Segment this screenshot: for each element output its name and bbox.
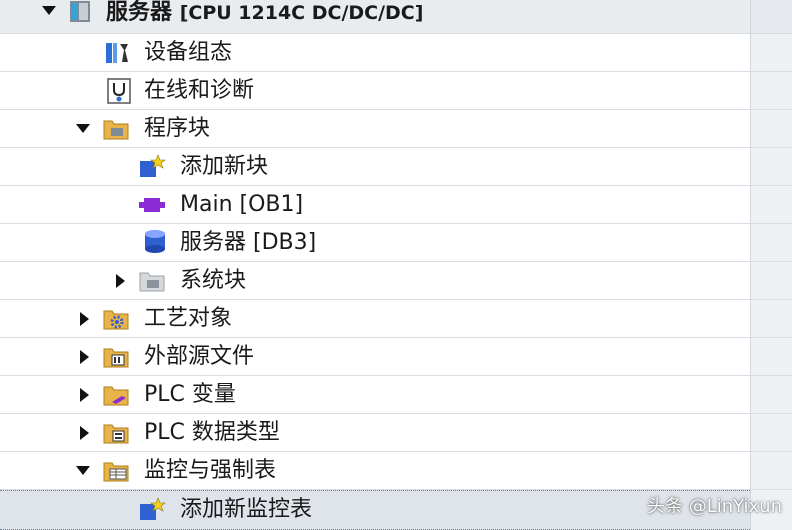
rail-cell — [751, 186, 792, 224]
add-new-watch-table-icon — [140, 497, 166, 520]
tree-node-db3[interactable]: 服务器 [DB3] — [0, 224, 750, 262]
tree-label-add-new-block: 添加新块 — [180, 153, 269, 179]
rail-cell — [751, 110, 792, 148]
expand-arrow-icon[interactable] — [80, 312, 89, 326]
tree-label-device-config: 设备组态 — [144, 39, 233, 65]
tree-node-main-ob1[interactable]: Main [OB1] — [0, 186, 750, 224]
rail-cell — [751, 376, 792, 414]
expand-arrow-icon[interactable] — [80, 350, 89, 364]
tree-label-plc-data-types: PLC 数据类型 — [144, 419, 280, 445]
expand-arrow-icon[interactable] — [80, 426, 89, 440]
tree-node-online-diagnostics[interactable]: 在线和诊断 — [0, 72, 750, 110]
tree-label-db3: 服务器 [DB3] — [180, 229, 317, 255]
tree-label-technology-objects: 工艺对象 — [144, 305, 233, 331]
tree-label-system-blocks: 系统块 — [180, 267, 247, 293]
tree-node-external-sources[interactable]: 外部源文件 — [0, 338, 750, 376]
rail-cell — [751, 224, 792, 262]
tree-label-root: 服务器 [CPU 1214C DC/DC/DC] — [106, 0, 424, 25]
add-new-block-icon — [140, 154, 166, 177]
expand-arrow-icon[interactable] — [80, 388, 89, 402]
tree-node-plc-tags[interactable]: PLC 变量 — [0, 376, 750, 414]
tree-label-plc-tags: PLC 变量 — [144, 381, 236, 407]
tree-node-system-blocks[interactable]: 系统块 — [0, 262, 750, 300]
expand-arrow-icon[interactable] — [116, 274, 125, 288]
tree-label-external-sources: 外部源文件 — [144, 343, 255, 369]
tree-node-plc-root[interactable]: 服务器 [CPU 1214C DC/DC/DC] — [0, 0, 750, 34]
rail-cell — [751, 300, 792, 338]
collapse-arrow-icon[interactable] — [76, 124, 90, 133]
tree-node-device-config[interactable]: 设备组态 — [0, 34, 750, 72]
rail-cell — [751, 148, 792, 186]
collapse-arrow-icon[interactable] — [76, 466, 90, 475]
tree-node-add-new-watch-table[interactable]: 添加新监控表 — [0, 490, 750, 530]
project-tree: 服务器 [CPU 1214C DC/DC/DC] 设备组态 在线和诊断 程序块 — [0, 0, 792, 530]
rail-cell — [751, 452, 792, 490]
rail-cell — [751, 338, 792, 376]
tree-right-column — [750, 0, 792, 530]
plc-data-types-folder-icon — [103, 424, 129, 444]
tree-label-online-diagnostics: 在线和诊断 — [144, 77, 255, 103]
program-blocks-folder-icon — [103, 120, 129, 140]
rail-cell — [751, 414, 792, 452]
watch-tables-folder-icon — [103, 462, 129, 482]
plc-tags-folder-icon — [103, 386, 129, 406]
diagnostics-icon — [107, 78, 131, 104]
tree-label-add-new-watch-table: 添加新监控表 — [180, 497, 313, 522]
system-blocks-folder-icon — [139, 272, 165, 292]
rail-cell — [751, 34, 792, 72]
tree-node-add-new-block[interactable]: 添加新块 — [0, 148, 750, 186]
tree-label-program-blocks: 程序块 — [144, 115, 211, 141]
rail-cell — [751, 0, 792, 34]
external-sources-folder-icon — [103, 348, 129, 368]
tree-label-main-ob1: Main [OB1] — [180, 191, 304, 217]
collapse-arrow-icon[interactable] — [42, 6, 56, 15]
tree-node-technology-objects[interactable]: 工艺对象 — [0, 300, 750, 338]
tree-node-plc-data-types[interactable]: PLC 数据类型 — [0, 414, 750, 452]
plc-device-icon — [70, 1, 90, 22]
rail-cell — [751, 262, 792, 300]
technology-objects-folder-icon — [103, 310, 129, 330]
data-block-icon — [145, 230, 165, 253]
ob-block-icon — [139, 198, 165, 212]
tree-label-watch-force-tables: 监控与强制表 — [144, 457, 277, 483]
tree-node-watch-force-tables[interactable]: 监控与强制表 — [0, 452, 750, 490]
rail-cell — [751, 72, 792, 110]
watermark: 头条 @LinYixun — [647, 496, 782, 517]
device-config-icon — [106, 43, 128, 63]
tree-node-program-blocks[interactable]: 程序块 — [0, 110, 750, 148]
